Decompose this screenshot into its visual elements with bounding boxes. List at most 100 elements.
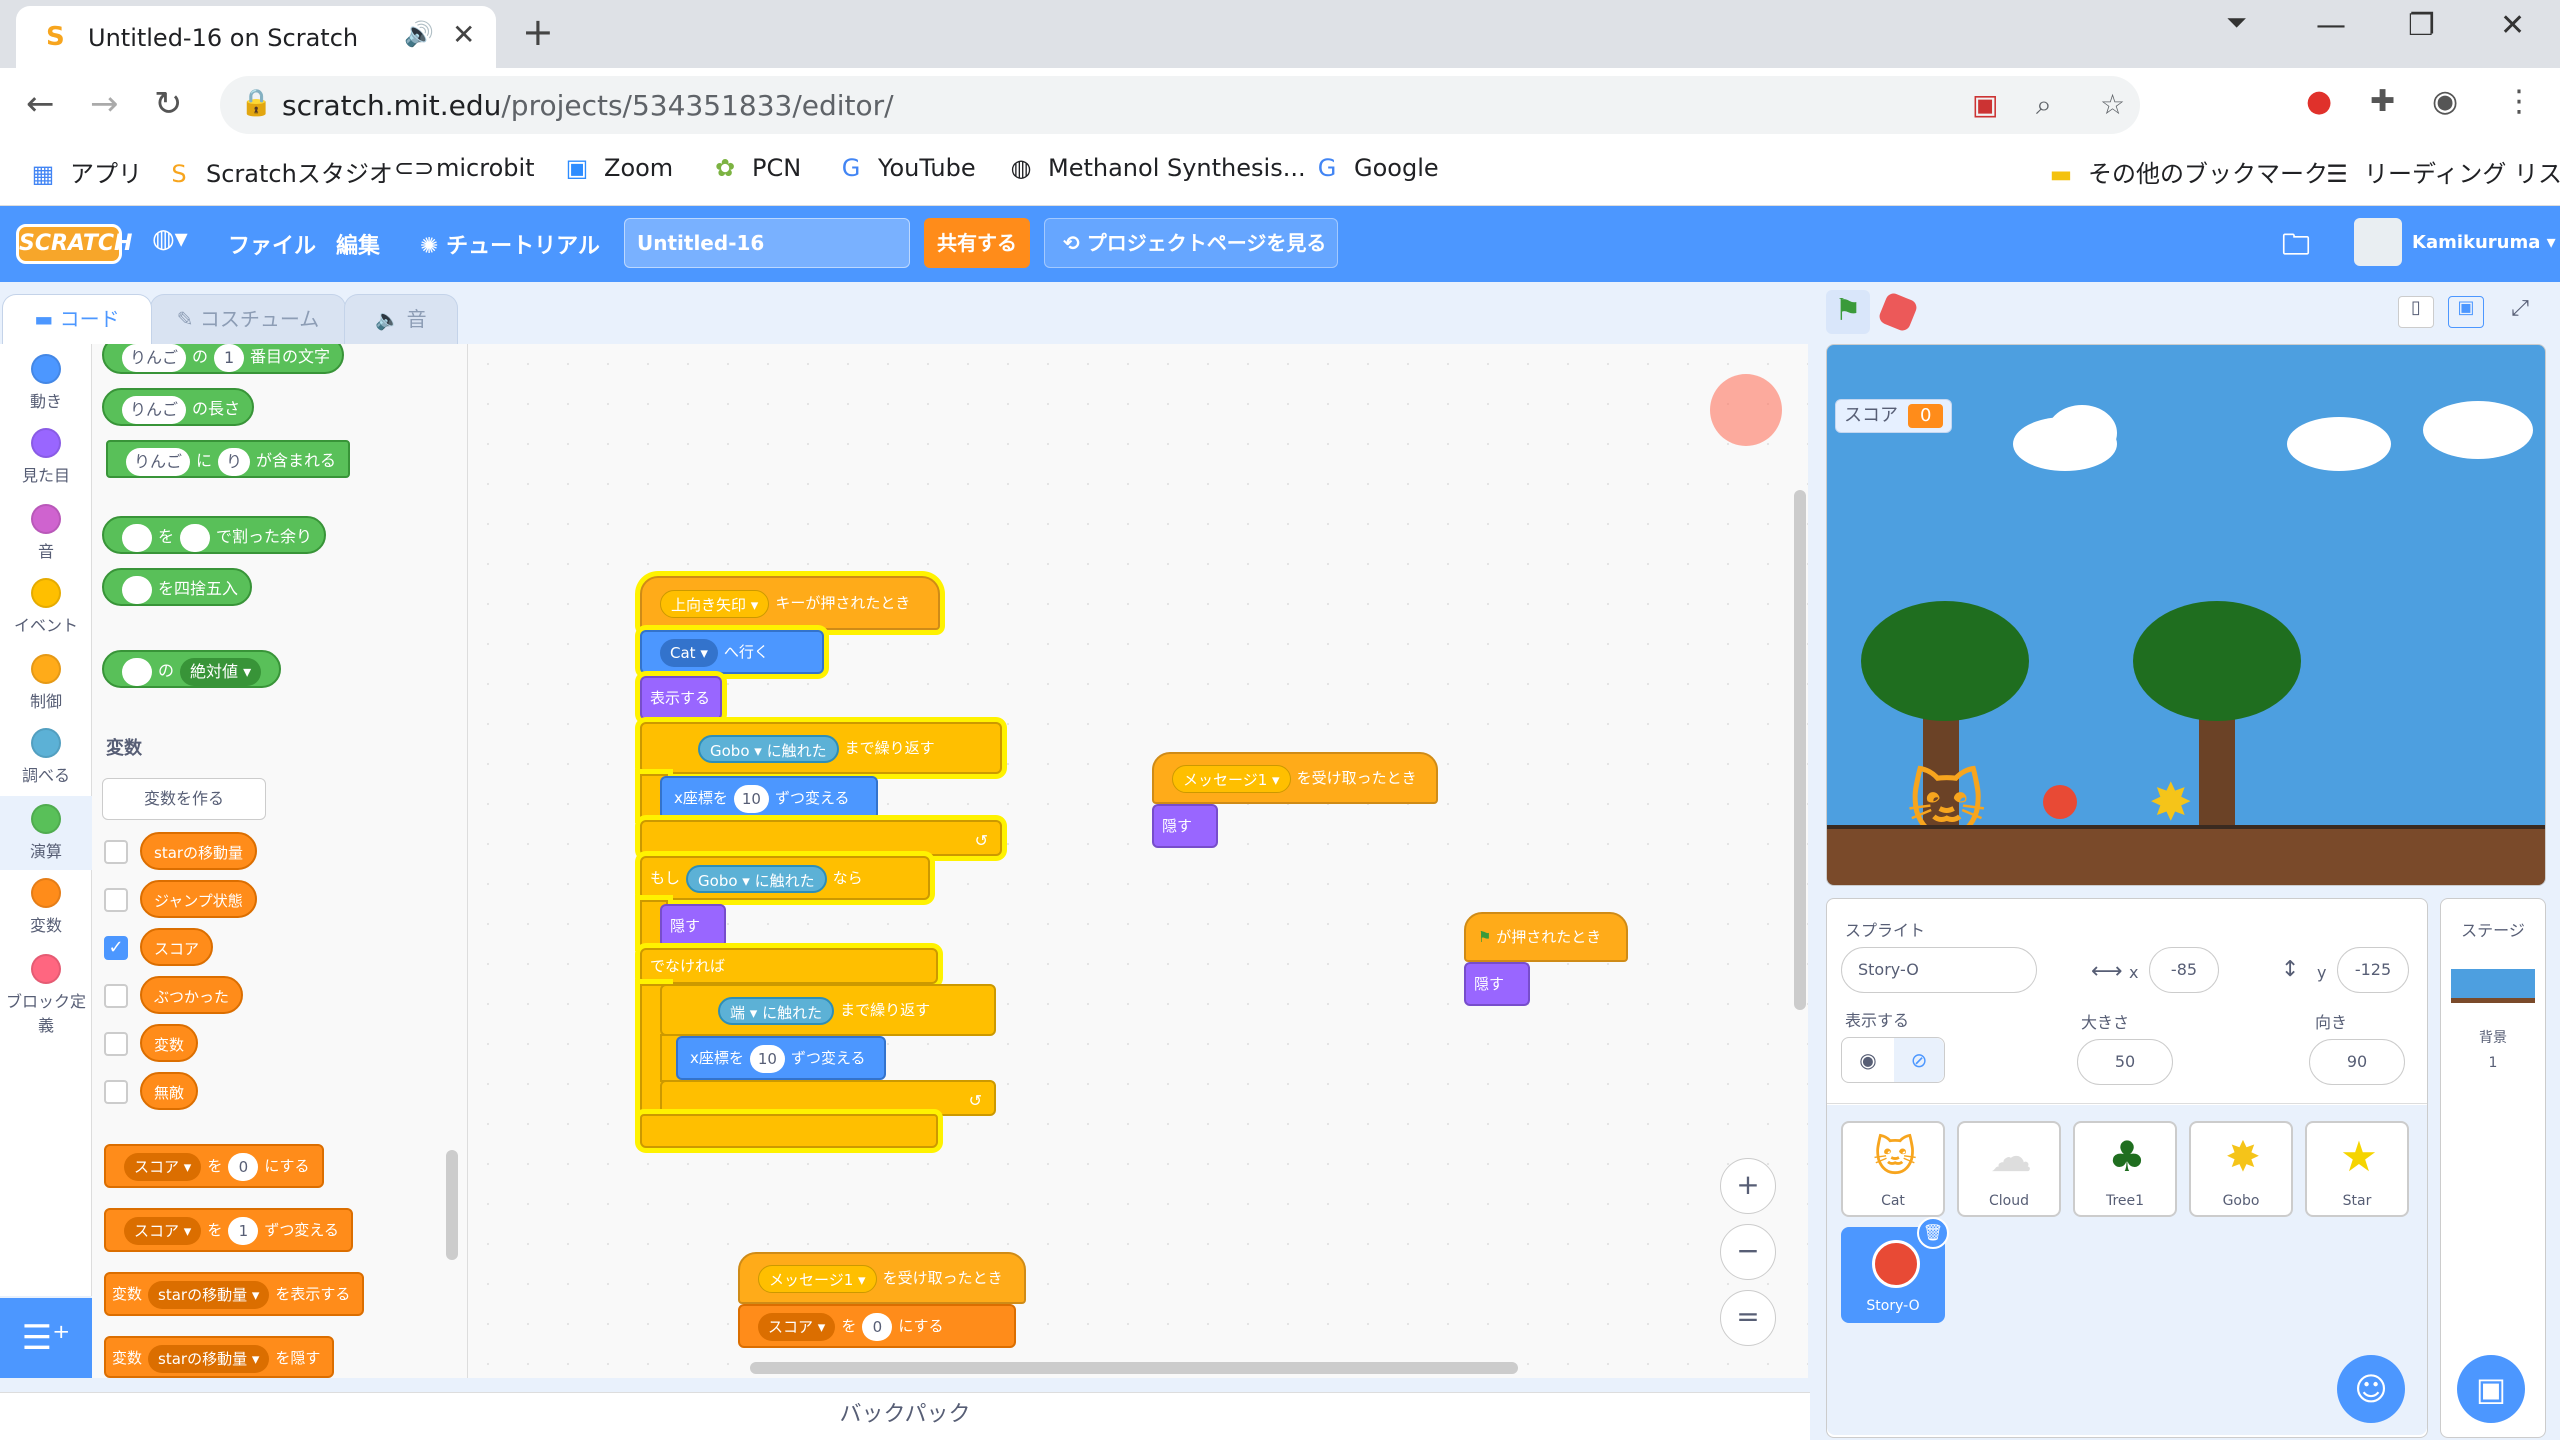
category-my-blocks[interactable]: ブロック定義 [0, 954, 92, 1036]
goto-block[interactable]: Cat ▾ へ行く [640, 630, 824, 674]
bookmark-microbit[interactable]: ⊂⊃microbit [394, 154, 535, 182]
menu-edit[interactable]: 編集 [336, 228, 380, 260]
menu-file[interactable]: ファイル [228, 228, 316, 260]
text-slot[interactable]: り [218, 447, 251, 476]
variable-reporter[interactable]: ぶつかった [140, 976, 244, 1014]
close-window-button[interactable]: ✕ [2500, 8, 2525, 43]
touching-condition[interactable]: 端 ▾ に触れた [718, 996, 835, 1025]
change-x-block[interactable]: x座標を 10 ずつ変える [660, 776, 878, 820]
profile-icon[interactable]: ◉ [2432, 84, 2458, 119]
text-slot[interactable]: りんご [122, 344, 187, 372]
green-flag-button[interactable]: ⚑ [1826, 290, 1870, 334]
bookmark-youtube[interactable]: G YouTube [836, 154, 976, 182]
when-receive-hat[interactable]: メッセージ1 ▾ を受け取ったとき [1152, 752, 1438, 804]
show-block[interactable]: 表示する [640, 676, 722, 720]
sprite-thumb-cloud[interactable]: ☁ Cloud [1957, 1121, 2061, 1217]
language-globe-icon[interactable]: ◍▾ [152, 224, 188, 254]
block-length-of[interactable]: りんご の長さ [102, 388, 255, 426]
block-set-variable[interactable]: スコア ▾ を 0 にする [104, 1144, 324, 1188]
project-title-input[interactable]: Untitled-16 [624, 218, 910, 268]
set-variable-block[interactable]: スコア ▾ を 0 にする [738, 1304, 1016, 1348]
value-slot[interactable]: 1 [228, 1216, 259, 1245]
large-stage-button[interactable]: ▣ [2448, 296, 2484, 328]
block-abs[interactable]: の絶対値 ▾ [102, 650, 282, 688]
bookmark-google[interactable]: G Google [1312, 154, 1439, 182]
abs-dropdown[interactable]: 絶対値 ▾ [180, 657, 262, 686]
camera-blocked-icon[interactable]: ▣ [1972, 88, 1998, 121]
new-tab-button[interactable]: + [522, 10, 554, 54]
direction-input[interactable]: 90 [2309, 1039, 2405, 1085]
value-slot[interactable]: 0 [228, 1152, 259, 1181]
variable-dropdown[interactable]: starの移動量 ▾ [148, 1344, 270, 1373]
variable-reporter[interactable]: 変数 [140, 1024, 199, 1062]
choose-sprite-button[interactable]: ☺ [2337, 1355, 2405, 1423]
value-slot[interactable]: 10 [749, 1044, 785, 1073]
close-tab-icon[interactable]: ✕ [452, 18, 475, 51]
category-events[interactable]: イベント [0, 578, 92, 636]
zoom-reset-button[interactable]: = [1720, 1290, 1776, 1346]
change-x-block-2[interactable]: x座標を 10 ずつ変える [676, 1036, 886, 1080]
variable-reporter[interactable]: 無敵 [140, 1072, 199, 1110]
reload-button[interactable]: ↻ [154, 84, 183, 124]
show-eye-icon[interactable]: ◉ [1842, 1038, 1894, 1082]
zoom-in-button[interactable]: + [1720, 1158, 1776, 1214]
sprite-thumb-star[interactable]: ★ Star [2305, 1121, 2409, 1217]
bookmark-pcn[interactable]: ✿ PCN [710, 154, 801, 182]
variable-reporter[interactable]: starの移動量 [140, 832, 258, 870]
fullscreen-button[interactable]: ⤢ [2502, 296, 2538, 328]
repeat-until-block-2[interactable]: 端 ▾ に触れた まで繰り返す [660, 984, 996, 1036]
block-letter-of[interactable]: りんごの 1 番目の文字 [102, 344, 345, 374]
variable-reporter[interactable]: スコア [140, 928, 214, 966]
url-bar[interactable]: 🔒 scratch.mit.edu/projects/534351833/edi… [220, 76, 2140, 134]
number-slot[interactable]: 1 [214, 344, 245, 372]
stage-selector-panel[interactable]: ステージ 背景 1 ▣ [2440, 898, 2546, 1438]
variable-dropdown[interactable]: starの移動量 ▾ [148, 1280, 270, 1309]
hide-eye-icon[interactable]: ⊘ [1894, 1038, 1944, 1082]
small-stage-button[interactable]: ▯ [2398, 296, 2434, 328]
block-change-variable[interactable]: スコア ▾ を 1 ずつ変える [104, 1208, 353, 1252]
add-extension-button[interactable]: ☰⁺ [0, 1298, 92, 1378]
block-hide-variable[interactable]: 変数 starの移動量 ▾ を隠す [104, 1336, 335, 1378]
category-motion[interactable]: 動き [0, 354, 92, 412]
forward-button[interactable]: → [90, 84, 119, 124]
when-flag-clicked-hat[interactable]: ⚑ が押されたとき [1464, 912, 1628, 962]
other-bookmarks[interactable]: ▬ その他のブックマーク [2046, 154, 2328, 189]
bookmark-apps[interactable]: ▦ アプリ [28, 154, 142, 189]
extension-red-icon[interactable]: ● [2306, 84, 2332, 119]
var-checkbox[interactable] [104, 1080, 128, 1104]
var-checkbox-checked[interactable]: ✓ [104, 936, 128, 960]
size-input[interactable]: 50 [2077, 1039, 2173, 1085]
reading-list[interactable]: ☰ リーディング リスト [2322, 154, 2560, 189]
zoom-icon[interactable]: ⌕ [2036, 88, 2052, 122]
minimize-button[interactable]: — [2316, 8, 2346, 43]
message-dropdown[interactable]: メッセージ1 ▾ [758, 1264, 877, 1293]
menu-tutorial[interactable]: ✺ チュートリアル [420, 228, 600, 260]
share-button[interactable]: 共有する [924, 218, 1030, 268]
touching-condition[interactable]: Gobo ▾ に触れた [698, 734, 839, 763]
text-slot[interactable]: りんご [122, 395, 187, 424]
extensions-puzzle-icon[interactable]: ✚ [2370, 84, 2395, 119]
zoom-out-button[interactable]: − [1720, 1224, 1776, 1280]
make-variable-button[interactable]: 変数を作る [102, 778, 266, 820]
bookmark-scratch-studio[interactable]: S Scratchスタジオ [164, 154, 392, 189]
y-input[interactable]: -125 [2337, 947, 2409, 993]
value-slot[interactable]: 0 [862, 1312, 893, 1341]
text-slot[interactable]: りんご [126, 447, 191, 476]
avatar[interactable] [2354, 218, 2402, 266]
sprite-thumb-tree1[interactable]: ♣ Tree1 [2073, 1121, 2177, 1217]
value-slot[interactable]: 10 [733, 784, 769, 813]
category-operators[interactable]: 演算 [0, 796, 92, 870]
category-sensing[interactable]: 調べる [0, 728, 92, 786]
hide-block[interactable]: 隠す [660, 904, 726, 948]
x-input[interactable]: -85 [2149, 947, 2219, 993]
block-contains[interactable]: りんごにりが含まれる [106, 440, 351, 478]
var-checkbox[interactable] [104, 1032, 128, 1056]
category-sound[interactable]: 音 [0, 504, 92, 562]
sprite-thumb-gobo[interactable]: ✸ Gobo [2189, 1121, 2293, 1217]
category-looks[interactable]: 見た目 [0, 428, 92, 486]
when-receive-hat-2[interactable]: メッセージ1 ▾ を受け取ったとき [738, 1252, 1026, 1304]
var-checkbox[interactable] [104, 984, 128, 1008]
touching-condition[interactable]: Gobo ▾ に触れた [686, 864, 827, 893]
bookmark-star-icon[interactable]: ☆ [2100, 88, 2125, 121]
block-mod[interactable]: を で割った余り [102, 516, 327, 554]
